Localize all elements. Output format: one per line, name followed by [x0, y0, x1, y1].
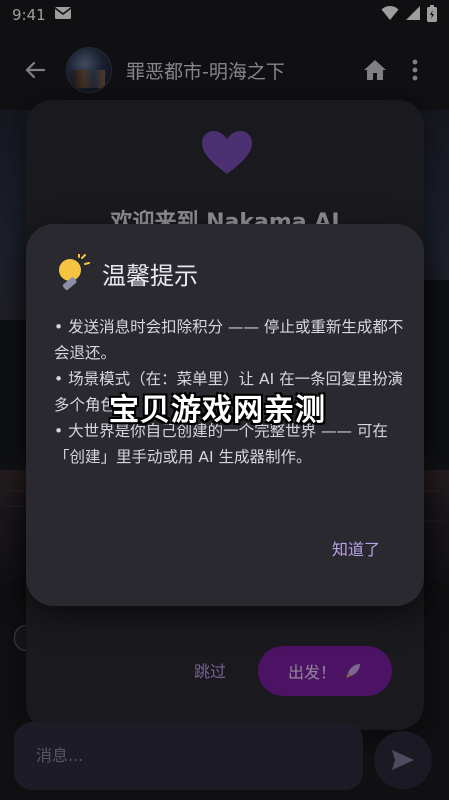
watermark: 宝贝游戏网亲测 [109, 393, 326, 428]
got-it-button[interactable]: 知道了 [332, 536, 380, 560]
tip-line: • 发送消息时会扣除积分 —— 停止或重新生成都不会退还。 [54, 318, 404, 362]
dialog-title: 温馨提示 [102, 261, 198, 290]
dialog-header: 温馨提示 [54, 254, 198, 292]
lightbulb-icon [59, 254, 90, 290]
